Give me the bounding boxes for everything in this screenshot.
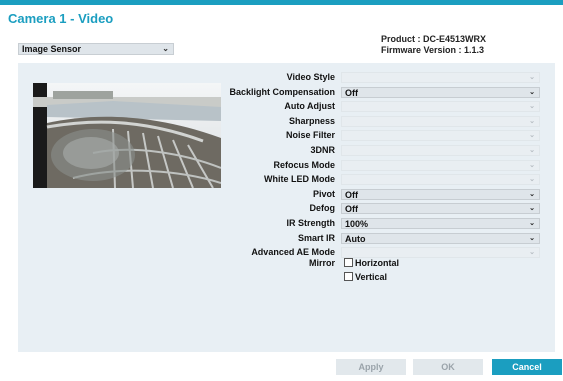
window-title: Camera 1 - Video <box>8 11 114 26</box>
chevron-down-icon: ⌄ <box>162 44 169 53</box>
setting-select[interactable]: ⌄ <box>341 174 540 185</box>
chevron-down-icon: ⌄ <box>529 249 535 256</box>
setting-select[interactable]: ⌄ <box>341 116 540 127</box>
setting-select[interactable]: Off ⌄ <box>341 203 540 214</box>
setting-select[interactable]: ⌄ <box>341 145 540 156</box>
setting-label: Smart IR <box>297 233 335 243</box>
firmware-text: Firmware Version : 1.1.3 <box>381 45 485 55</box>
setting-label: Auto Adjust <box>284 101 335 111</box>
setting-select-value: Off <box>345 88 358 98</box>
setting-select-value: Off <box>345 190 358 200</box>
setting-select[interactable]: Off ⌄ <box>341 189 540 200</box>
mirror-vertical-label: Vertical <box>355 272 388 282</box>
camera-preview-image <box>33 83 221 188</box>
chevron-down-icon: ⌄ <box>529 74 535 81</box>
setting-select[interactable]: 100% ⌄ <box>341 218 540 229</box>
product-text: Product : DC-E4513WRX <box>381 34 487 44</box>
chevron-down-icon: ⌄ <box>529 118 535 125</box>
chevron-down-icon: ⌄ <box>529 132 535 139</box>
chevron-down-icon: ⌄ <box>529 89 535 96</box>
setting-label: Backlight Compensation <box>229 87 335 97</box>
apply-button[interactable]: Apply <box>336 359 406 375</box>
ok-button[interactable]: OK <box>413 359 483 375</box>
setting-label: Pivot <box>312 189 335 199</box>
cancel-button[interactable]: Cancel <box>492 359 562 375</box>
setting-label: Noise Filter <box>285 130 335 140</box>
mirror-vertical-checkbox[interactable]: Vertical <box>344 272 387 282</box>
setting-select[interactable]: Auto ⌄ <box>341 233 540 244</box>
setting-select-value: 100% <box>345 219 369 229</box>
setting-label: 3DNR <box>310 145 335 155</box>
chevron-down-icon: ⌄ <box>529 205 535 212</box>
chevron-down-icon: ⌄ <box>529 220 535 227</box>
checkbox-icon <box>344 258 353 267</box>
setting-label: Sharpness <box>288 116 335 126</box>
setting-select-value: Off <box>345 204 358 214</box>
chevron-down-icon: ⌄ <box>529 191 535 198</box>
checkbox-icon <box>344 272 353 281</box>
chevron-down-icon: ⌄ <box>529 176 535 183</box>
setting-select[interactable]: ⌄ <box>341 101 540 112</box>
chevron-down-icon: ⌄ <box>529 235 535 242</box>
category-select-value: Image Sensor <box>22 44 82 54</box>
setting-select-value: Auto <box>345 234 366 244</box>
mirror-horizontal-checkbox[interactable]: Horizontal <box>344 258 399 268</box>
setting-label: Advanced AE Mode <box>251 247 335 257</box>
setting-select[interactable]: Off ⌄ <box>341 87 540 98</box>
chevron-down-icon: ⌄ <box>529 103 535 110</box>
window-top-accent-bar <box>0 0 563 5</box>
mirror-horizontal-label: Horizontal <box>355 258 399 268</box>
mirror-label: Mirror <box>308 258 335 268</box>
setting-label: Video Style <box>286 72 335 82</box>
setting-select[interactable]: ⌄ <box>341 160 540 171</box>
setting-label: White LED Mode <box>264 174 335 184</box>
setting-select[interactable]: ⌄ <box>341 72 540 83</box>
setting-label: IR Strength <box>286 218 336 228</box>
setting-select[interactable]: ⌄ <box>341 247 540 258</box>
setting-label: Refocus Mode <box>273 160 335 170</box>
setting-select[interactable]: ⌄ <box>341 130 540 141</box>
chevron-down-icon: ⌄ <box>529 147 535 154</box>
chevron-down-icon: ⌄ <box>529 162 535 169</box>
setting-label: Defog <box>309 203 336 213</box>
device-info: Product : DC-E4513WRX Firmware Version :… <box>381 34 486 56</box>
category-select[interactable]: Image Sensor ⌄ <box>18 43 174 55</box>
